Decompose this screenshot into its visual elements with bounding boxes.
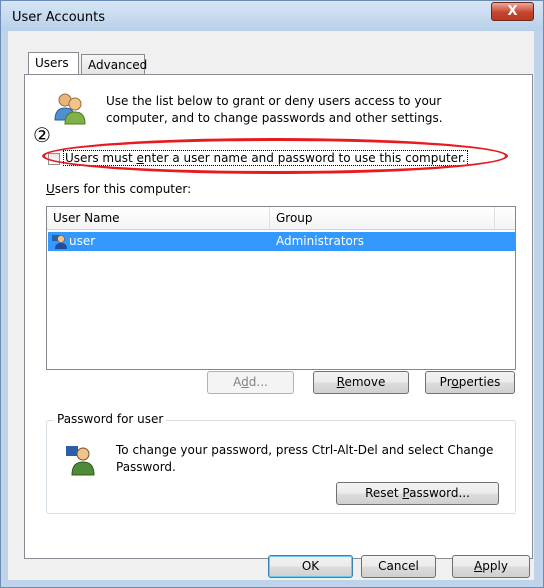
tab-advanced[interactable]: Advanced xyxy=(81,54,147,74)
add-button[interactable]: Add... xyxy=(207,371,294,394)
require-login-label[interactable]: Users must enter a user name and passwor… xyxy=(63,150,468,166)
ok-button[interactable]: OK xyxy=(268,555,353,578)
list-header: User Name Group xyxy=(47,207,515,230)
annotation-marker: ② xyxy=(33,123,51,147)
close-button[interactable]: X xyxy=(491,2,534,21)
require-login-checkbox[interactable] xyxy=(48,153,60,165)
reset-password-button[interactable]: Reset Password... xyxy=(336,482,499,505)
password-group-legend: Password for user xyxy=(54,412,167,426)
password-user-icon xyxy=(64,442,98,476)
admin-user-icon xyxy=(51,233,68,250)
window-title: User Accounts xyxy=(12,10,106,25)
password-instructions: To change your password, press Ctrl-Alt-… xyxy=(116,443,494,474)
users-list[interactable]: User Name Group user Administrators xyxy=(46,206,516,370)
row-user-name: user xyxy=(69,234,96,248)
users-list-label: Users for this computer: xyxy=(46,182,192,196)
remove-button[interactable]: Remove xyxy=(313,371,409,394)
cancel-button[interactable]: Cancel xyxy=(361,555,436,578)
tab-users[interactable]: Users xyxy=(28,52,79,74)
apply-button[interactable]: Apply xyxy=(452,555,530,578)
title-bar[interactable]: User Accounts X xyxy=(1,1,543,31)
table-row[interactable]: user Administrators xyxy=(48,232,515,251)
intro-text: Use the list below to grant or deny user… xyxy=(106,94,443,125)
properties-button[interactable]: Properties xyxy=(425,371,515,394)
column-divider[interactable] xyxy=(269,207,270,229)
column-user-name[interactable]: User Name xyxy=(53,211,120,225)
users-icon xyxy=(52,90,88,126)
column-divider[interactable] xyxy=(494,207,495,229)
row-group: Administrators xyxy=(276,234,365,248)
column-group[interactable]: Group xyxy=(276,211,313,225)
